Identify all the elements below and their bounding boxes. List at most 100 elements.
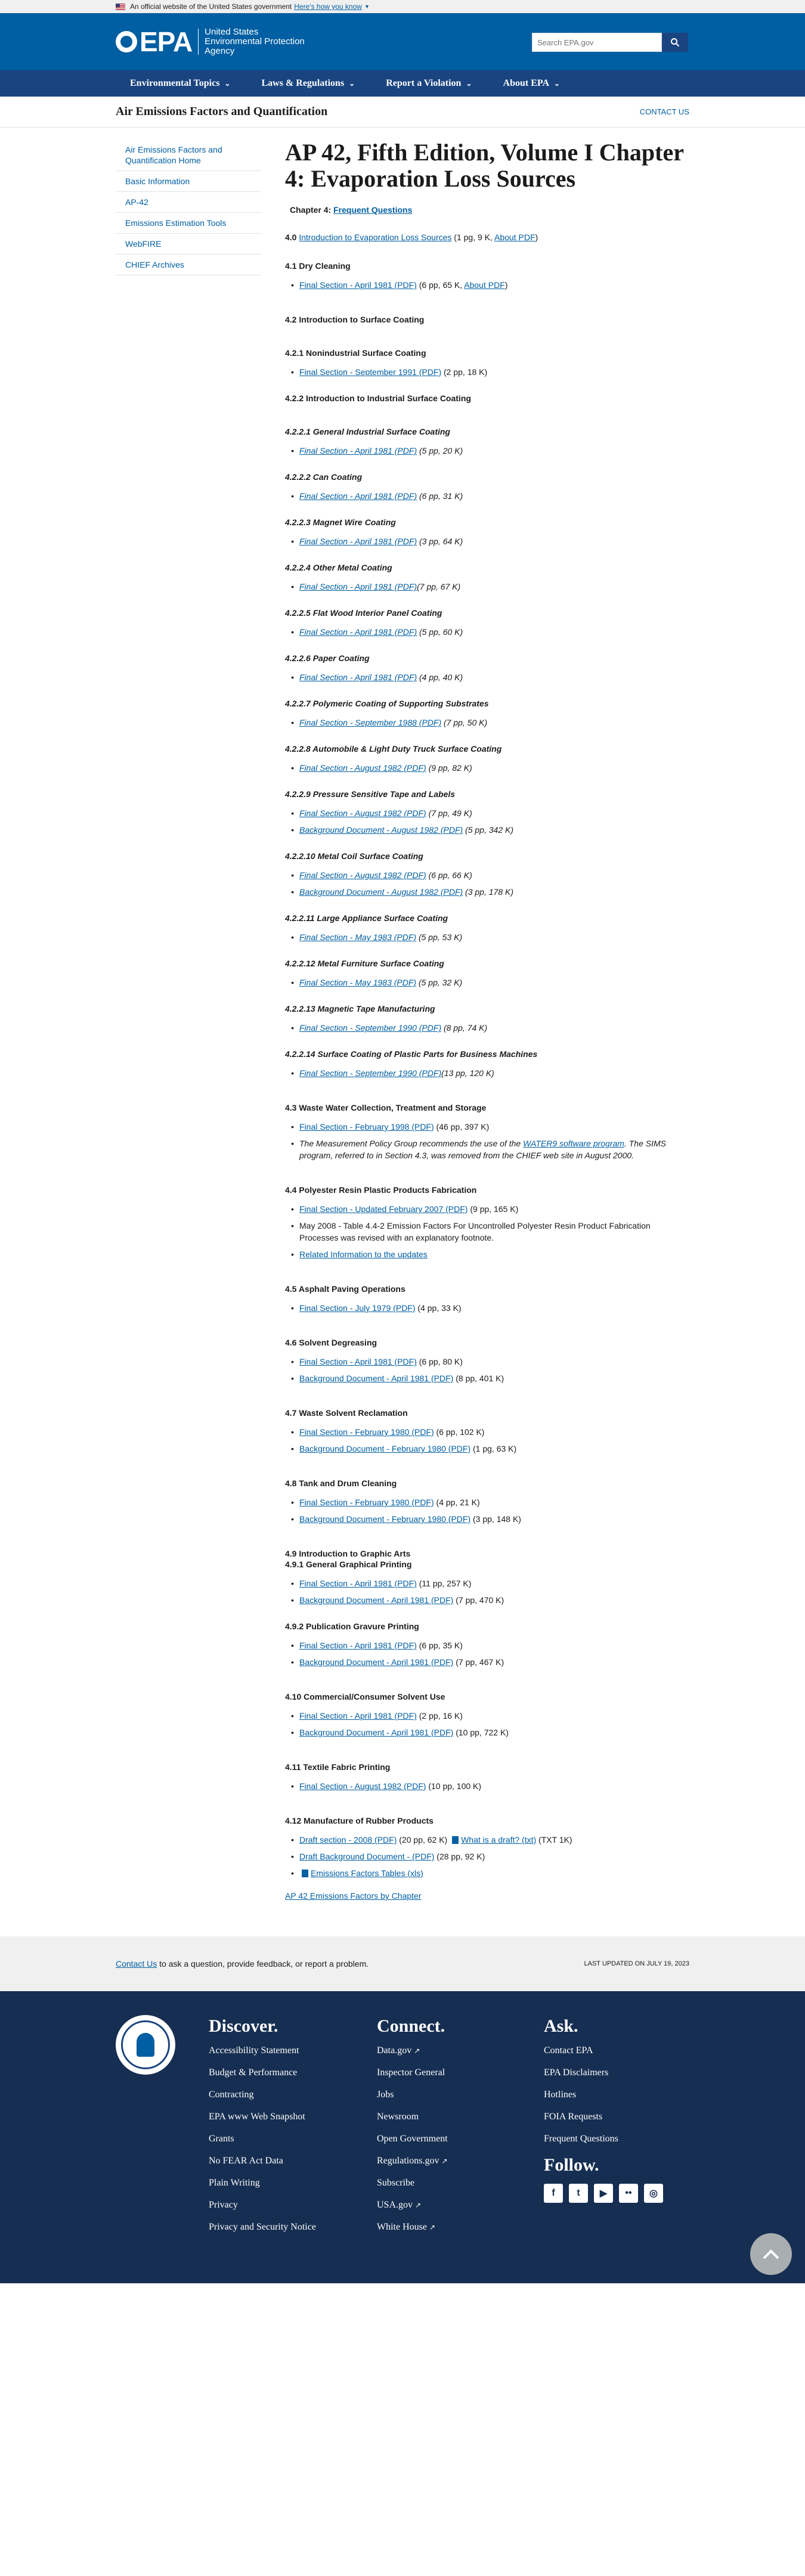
footer-link[interactable]: Inspector General: [377, 2067, 448, 2079]
document-link[interactable]: Background Document - August 1982 (PDF): [299, 825, 463, 835]
sidebar-item-chief-archives[interactable]: CHIEF Archives: [116, 255, 261, 275]
document-link[interactable]: Final Section - April 1981 (PDF): [299, 537, 417, 546]
sidebar-item-ap42[interactable]: AP-42: [116, 192, 261, 213]
document-link[interactable]: Final Section - September 1991 (PDF): [299, 367, 441, 377]
document-link[interactable]: Final Section - September 1988 (PDF): [299, 718, 441, 727]
feedback-message: to ask a question, provide feedback, or …: [157, 1959, 369, 1969]
document-link[interactable]: Draft section - 2008 (PDF): [299, 1835, 397, 1845]
document-link[interactable]: Final Section - April 1981 (PDF): [299, 491, 417, 501]
nav-report-violation[interactable]: Report a Violation ⌄: [386, 78, 472, 89]
document-link[interactable]: Final Section - February 1998 (PDF): [299, 1122, 434, 1132]
back-to-top-button[interactable]: [750, 2233, 792, 2275]
footer-link[interactable]: EPA www Web Snapshot: [209, 2111, 322, 2123]
sidebar-item-webfire[interactable]: WebFIRE: [116, 234, 261, 255]
footer-link[interactable]: No FEAR Act Data: [209, 2155, 322, 2167]
footer-link[interactable]: FOIA Requests: [544, 2111, 663, 2123]
gov-banner-link[interactable]: Here's how you know: [294, 2, 362, 11]
document-link[interactable]: Final Section - August 1982 (PDF): [299, 870, 426, 880]
document-link[interactable]: Final Section - February 1980 (PDF): [299, 1498, 434, 1507]
document-link[interactable]: Draft Background Document - (PDF): [299, 1852, 434, 1861]
about-pdf-link[interactable]: About PDF: [494, 233, 535, 242]
flickr-icon[interactable]: ••: [619, 2184, 638, 2203]
document-link[interactable]: Background Document - February 1980 (PDF…: [299, 1444, 470, 1453]
document-link[interactable]: Background Document - April 1981 (PDF): [299, 1595, 453, 1605]
twitter-icon[interactable]: t: [569, 2184, 588, 2203]
chapter-label: Chapter 4:: [290, 205, 334, 215]
epa-logo[interactable]: EPA United States Environmental Protecti…: [116, 26, 305, 58]
social-links: f t ▶ •• ◎: [544, 2184, 663, 2203]
footer-link[interactable]: Plain Writing: [209, 2177, 322, 2189]
sidebar-item-estimation-tools[interactable]: Emissions Estimation Tools: [116, 213, 261, 234]
document-link[interactable]: Final Section - April 1981 (PDF): [299, 446, 417, 455]
document-link[interactable]: Final Section - September 1990 (PDF): [299, 1023, 441, 1033]
document-link[interactable]: Final Section - April 1981 (PDF): [299, 627, 417, 637]
document-link[interactable]: Final Section - August 1982 (PDF): [299, 1781, 426, 1791]
footer-link[interactable]: Grants: [209, 2133, 322, 2145]
footer-link[interactable]: Privacy and Security Notice: [209, 2221, 322, 2233]
related-info-link[interactable]: Related Information to the updates: [299, 1250, 428, 1259]
footer-link[interactable]: Hotlines: [544, 2089, 663, 2101]
document-link[interactable]: Final Section - May 1983 (PDF): [299, 978, 416, 987]
document-link[interactable]: Background Document - April 1981 (PDF): [299, 1657, 453, 1667]
contact-us-footer-link[interactable]: Contact Us: [116, 1959, 157, 1969]
sidebar-item-home[interactable]: Air Emissions Factors and Quantification…: [116, 140, 261, 171]
facebook-icon[interactable]: f: [544, 2184, 563, 2203]
document-link[interactable]: Background Document - August 1982 (PDF): [299, 887, 463, 897]
intro-link[interactable]: Introduction to Evaporation Loss Sources: [299, 233, 451, 242]
footer-link[interactable]: Privacy: [209, 2199, 322, 2211]
document-link[interactable]: Final Section - April 1981 (PDF): [299, 1357, 417, 1366]
document-link[interactable]: Background Document - February 1980 (PDF…: [299, 1514, 470, 1524]
file-meta: (6 pp, 31 K): [417, 491, 463, 501]
search-input[interactable]: [532, 33, 662, 52]
footer-link[interactable]: Newsroom: [377, 2111, 448, 2123]
document-link[interactable]: Final Section - July 1979 (PDF): [299, 1303, 416, 1313]
instagram-icon[interactable]: ◎: [644, 2184, 663, 2203]
footer-link[interactable]: White House ↗: [377, 2221, 448, 2233]
microsite-title-bar: Air Emissions Factors and Quantification…: [0, 97, 805, 128]
footer-link[interactable]: Accessibility Statement: [209, 2045, 322, 2057]
document-link[interactable]: Final Section - April 1981 (PDF): [299, 1711, 417, 1721]
document-link[interactable]: Final Section - August 1982 (PDF): [299, 808, 426, 818]
footer-link[interactable]: Open Government: [377, 2133, 448, 2145]
ap42-by-chapter-link[interactable]: AP 42 Emissions Factors by Chapter: [285, 1891, 422, 1901]
document-link[interactable]: Final Section - Updated February 2007 (P…: [299, 1204, 467, 1214]
document-link[interactable]: Final Section - May 1983 (PDF): [299, 932, 416, 942]
youtube-icon[interactable]: ▶: [594, 2184, 613, 2203]
footer-link[interactable]: USA.gov ↗: [377, 2199, 448, 2211]
nav-environmental-topics[interactable]: Environmental Topics ⌄: [130, 78, 230, 89]
sidebar-item-basic-information[interactable]: Basic Information: [116, 171, 261, 192]
document-link[interactable]: Final Section - February 1980 (PDF): [299, 1427, 434, 1437]
what-is-draft-link[interactable]: What is a draft? (txt): [461, 1835, 536, 1845]
search-button[interactable]: [662, 33, 688, 52]
footer-link[interactable]: Regulations.gov ↗: [377, 2155, 448, 2167]
footer-link[interactable]: Budget & Performance: [209, 2067, 322, 2079]
footer-link[interactable]: EPA Disclaimers: [544, 2067, 663, 2079]
about-pdf-link[interactable]: About PDF: [464, 280, 504, 290]
footer-link[interactable]: Contracting: [209, 2089, 322, 2101]
subsection-heading: 4.2.2.6 Paper Coating: [285, 653, 370, 663]
frequent-questions-link[interactable]: Frequent Questions: [333, 205, 412, 215]
document-link[interactable]: Final Section - April 1981 (PDF): [299, 1641, 417, 1650]
document-link[interactable]: Final Section - April 1981 (PDF): [299, 280, 417, 290]
document-link[interactable]: Background Document - April 1981 (PDF): [299, 1374, 453, 1383]
epa-seal-logo[interactable]: [116, 2015, 175, 2075]
document-link[interactable]: Background Document - April 1981 (PDF): [299, 1728, 453, 1737]
nav-about-epa[interactable]: About EPA ⌄: [503, 78, 561, 89]
document-link[interactable]: Final Section - April 1981 (PDF): [299, 1579, 417, 1588]
nav-laws-regulations[interactable]: Laws & Regulations ⌄: [261, 78, 355, 89]
footer-link[interactable]: Jobs: [377, 2089, 448, 2101]
document-link[interactable]: Final Section - April 1981 (PDF): [299, 672, 417, 682]
footer-link[interactable]: Subscribe: [377, 2177, 448, 2189]
contact-us-link[interactable]: CONTACT US: [640, 107, 689, 116]
footer-link[interactable]: Data.gov ↗: [377, 2045, 448, 2057]
seal-ring: [121, 2020, 170, 2069]
document-link[interactable]: Final Section - April 1981 (PDF): [299, 582, 417, 591]
footer-link[interactable]: Frequent Questions: [544, 2133, 663, 2145]
document-link[interactable]: Emissions Factors Tables (xls): [311, 1868, 423, 1878]
file-meta: (5 pp, 342 K): [463, 825, 513, 835]
document-link[interactable]: Final Section - August 1982 (PDF): [299, 763, 426, 773]
document-link[interactable]: Final Section - September 1990 (PDF): [299, 1068, 441, 1078]
file-meta: (8 pp, 401 K): [453, 1374, 504, 1383]
footer-link[interactable]: Contact EPA: [544, 2045, 663, 2057]
water9-link[interactable]: WATER9 software program: [523, 1139, 624, 1148]
